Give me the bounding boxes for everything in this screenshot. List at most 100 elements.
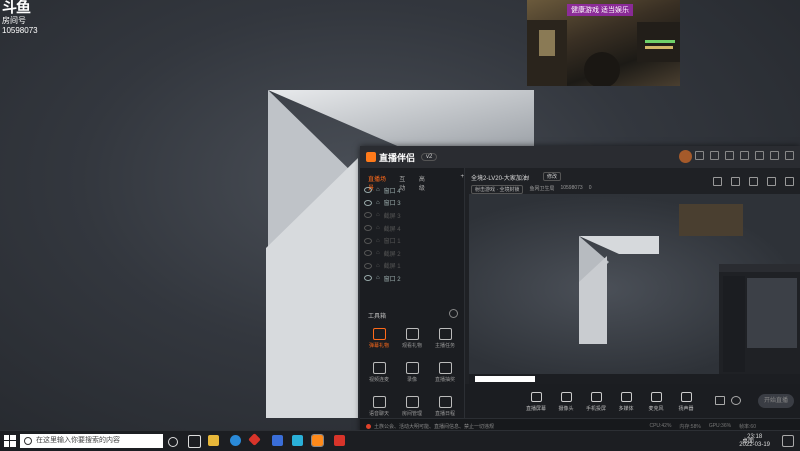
app-logo-icon (366, 152, 376, 162)
record-icon (405, 362, 419, 374)
lock-icon[interactable]: ⌂ (376, 200, 380, 206)
close-icon[interactable] (785, 151, 794, 160)
layout-icon[interactable] (749, 177, 758, 186)
taskbar: 在这里输入你要搜索的内容 桌面 23:18 2022-03-19 (0, 430, 800, 451)
phone-cast-button[interactable]: 手机投屏 (581, 392, 611, 412)
voice-icon (372, 396, 386, 408)
bottom-toolbar: 直播屏幕 摄像头 手机投屏 多媒体 麦克风 扬声器 开始直播 (465, 384, 800, 418)
clock-date: 2022-03-19 (739, 442, 770, 448)
skin-icon[interactable] (725, 151, 734, 160)
notification-icon[interactable] (782, 435, 794, 447)
watermark-brand: 斗鱼 (2, 0, 31, 16)
edge-icon[interactable] (230, 435, 241, 446)
bell-icon[interactable] (767, 177, 776, 186)
eye-icon[interactable] (364, 275, 372, 282)
eye-icon[interactable] (364, 212, 372, 219)
eye-icon[interactable] (364, 187, 372, 194)
app-blue-icon[interactable] (292, 435, 303, 446)
user-avatar[interactable] (679, 150, 692, 163)
tool-schedule[interactable]: 直播日程 (430, 396, 460, 417)
toolbox-title: 工具箱 (368, 314, 387, 320)
clock-time: 23:18 (747, 434, 763, 440)
maximize-icon[interactable] (770, 151, 779, 160)
scene-label: 窗口 2 (383, 276, 401, 283)
settings-icon[interactable] (710, 151, 719, 160)
schedule-icon (438, 396, 452, 408)
douyu-watermark: 斗鱼 房间号 10598073 (2, 0, 38, 35)
taskbar-clock[interactable]: 23:18 2022-03-19 (739, 433, 770, 449)
mic-button[interactable]: 麦克风 (641, 392, 671, 412)
speaker-button[interactable]: 扬声器 (671, 392, 701, 412)
edit-title-button[interactable]: 修改 (543, 172, 562, 181)
tool-room[interactable]: 房间管理 (397, 396, 427, 417)
tool-task[interactable]: 主播任务 (430, 328, 460, 349)
speaker-icon (680, 392, 692, 402)
lock-icon[interactable]: ⌂ (376, 212, 380, 218)
tool-lottery[interactable]: 直播抽奖 (430, 362, 460, 383)
phone-icon (590, 392, 602, 402)
scene-item[interactable]: ⌂ 截屏 1 (360, 260, 464, 273)
camera-source-button[interactable]: 摄像头 (551, 392, 581, 412)
eye-icon[interactable] (364, 262, 372, 269)
scene-item[interactable]: ⌂ 窗口 2 (360, 272, 464, 285)
task-view-icon[interactable] (188, 435, 201, 448)
minimize-icon[interactable] (755, 151, 764, 160)
tool-video[interactable]: 视频连麦 (364, 362, 394, 383)
scene-item[interactable]: ⌂ 截屏 3 (360, 209, 464, 222)
scene-item[interactable]: ⌂ 截屏 2 (360, 247, 464, 260)
scene-item[interactable]: ⌂ 窗口 1 (360, 234, 464, 247)
watermark-room-id: 10598073 (2, 26, 38, 35)
eye-icon[interactable] (364, 250, 372, 257)
file-explorer-icon[interactable] (208, 435, 219, 446)
lock-icon[interactable]: ⌂ (376, 250, 380, 256)
menu-icon[interactable] (740, 151, 749, 160)
record-icon[interactable] (715, 396, 725, 405)
windows-start-icon[interactable] (4, 435, 16, 447)
cortana-icon[interactable] (168, 437, 178, 447)
preview-capture-art (469, 204, 800, 384)
scene-label: 窗口 3 (383, 201, 401, 208)
taskbar-search-input[interactable]: 在这里输入你要搜索的内容 (20, 434, 163, 448)
left-panel: 直播场景 互动 高级 + ⌂ 窗口 4 ⌂ 窗口 3 ⌂ 截屏 3 ⌂ 截屏 4 ⌂ 窗口… (360, 168, 465, 426)
screen-source-button[interactable]: 直播屏幕 (521, 392, 551, 412)
lock-icon[interactable]: ⌂ (376, 238, 380, 244)
app-red-icon[interactable] (248, 433, 261, 446)
share-icon[interactable] (785, 177, 794, 186)
lock-icon[interactable]: ⌂ (376, 187, 380, 193)
scene-label: 窗口 4 (383, 188, 401, 195)
tool-voice[interactable]: 语音聊天 (364, 396, 394, 417)
tool-gift[interactable]: 观看礼物 (397, 328, 427, 349)
scene-item[interactable]: ⌂ 窗口 4 (360, 184, 464, 197)
scene-label: 截屏 3 (383, 213, 401, 220)
tool-danmu[interactable]: 弹幕礼物 (364, 328, 394, 349)
scene-item[interactable]: ⌂ 截屏 4 (360, 222, 464, 235)
screen-icon (530, 392, 542, 402)
app-title: 直播伴侣 (379, 152, 416, 163)
toolbox-settings-icon[interactable] (449, 309, 458, 318)
eye-icon[interactable] (364, 237, 372, 244)
streaming-app-window: 直播伴侣 v2 直播场景 互动 高级 + ⌂ 窗口 4 ⌂ 窗口 3 ⌂ 截屏 3 ⌂… (360, 146, 800, 435)
crop-icon[interactable] (713, 177, 722, 186)
game-preview: 健康游戏 适当娱乐 (527, 0, 680, 86)
scene-item[interactable]: ⌂ 窗口 3 (360, 197, 464, 210)
eye-icon[interactable] (364, 199, 372, 206)
media-source-button[interactable]: 多媒体 (611, 392, 641, 412)
settings-icon[interactable] (731, 396, 741, 405)
message-icon[interactable] (695, 151, 704, 160)
store-icon[interactable] (272, 435, 283, 446)
douyu-taskbar-icon[interactable] (334, 435, 345, 446)
lock-icon[interactable]: ⌂ (376, 225, 380, 231)
lock-icon[interactable]: ⌂ (376, 263, 380, 269)
camera-icon (560, 392, 572, 402)
tool-record[interactable]: 录像 (397, 362, 427, 383)
scene-label: 窗口 1 (383, 239, 401, 246)
live-companion-taskbar-icon[interactable] (311, 434, 324, 447)
eye-icon[interactable] (364, 225, 372, 232)
lock-icon[interactable]: ⌂ (376, 275, 380, 281)
room-category[interactable]: 射击游戏 · 全境封锁 (471, 185, 524, 194)
lock-icon[interactable] (731, 177, 740, 186)
stream-preview[interactable] (469, 194, 800, 384)
start-live-button[interactable]: 开始直播 (758, 394, 794, 408)
game-banner: 健康游戏 适当娱乐 (567, 4, 633, 16)
stat-fps: 帧率:60 (739, 424, 756, 430)
